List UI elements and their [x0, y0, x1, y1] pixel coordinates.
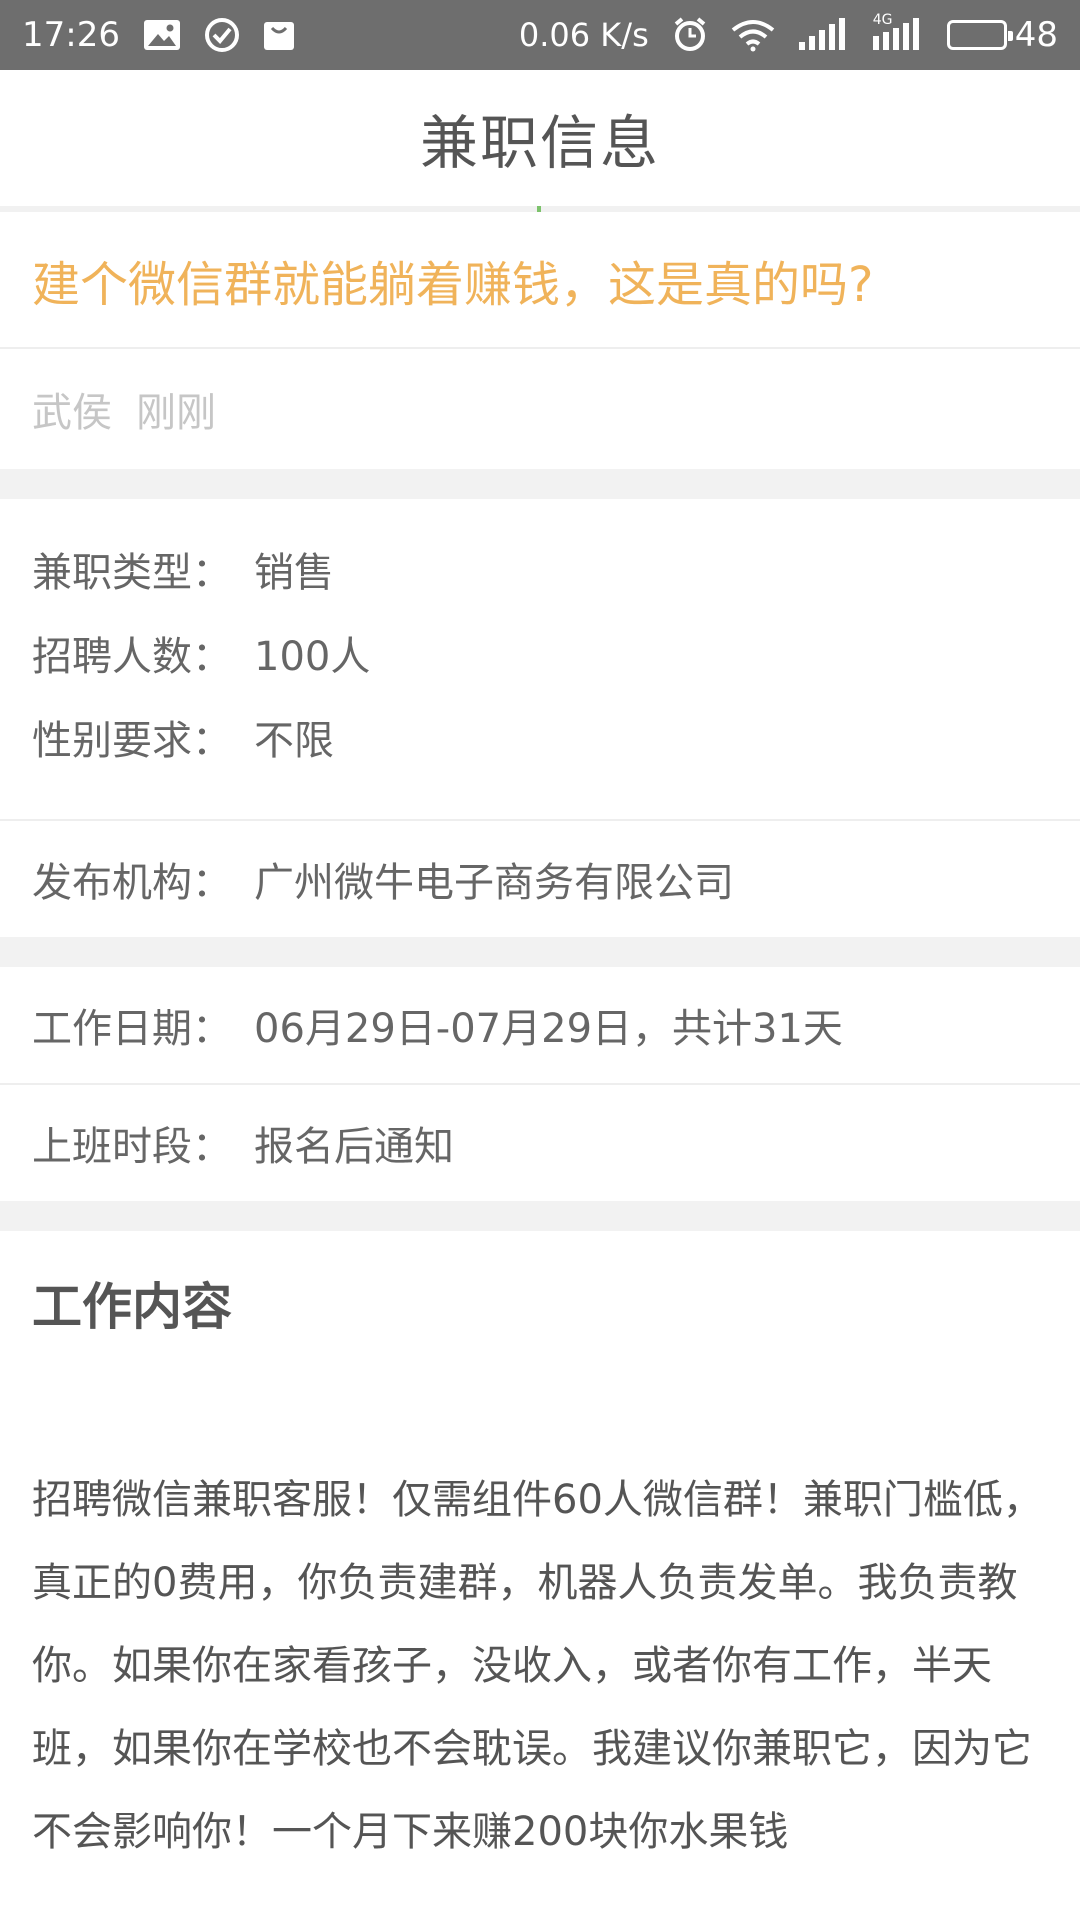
section-gap: [0, 937, 1080, 967]
hire-count-row: 招聘人数： 100人: [32, 611, 1048, 695]
network-type-label: 4G: [872, 12, 893, 28]
job-type-label: 兼职类型：: [32, 550, 232, 596]
post-author: 武侯: [32, 390, 112, 436]
gender-value: 不限: [254, 718, 334, 764]
page-title: 兼职信息: [419, 109, 660, 177]
battery-percent: 48: [1014, 15, 1058, 55]
network-speed: 0.06 K/s: [518, 16, 649, 54]
post-time: 刚刚: [136, 390, 216, 436]
alarm-icon: [671, 16, 709, 54]
image-icon: [142, 18, 182, 52]
section-gap: [0, 1201, 1080, 1231]
work-shift-value: 报名后通知: [254, 1124, 454, 1170]
hire-count-label: 招聘人数：: [32, 634, 232, 680]
job-title: 建个微信群就能躺着赚钱，这是真的吗?: [32, 256, 874, 313]
battery-icon: [946, 20, 1013, 50]
signal-icon: [797, 18, 849, 52]
header-accent-line: [537, 206, 541, 212]
work-date-value: 06月29日-07月29日，共计31天: [254, 1006, 843, 1052]
post-meta: 武侯 刚刚: [0, 349, 1080, 469]
signal-4g-icon: 4G: [871, 12, 925, 52]
section-gap: [0, 469, 1080, 499]
hire-count-value: 100人: [254, 634, 371, 680]
work-shift-label: 上班时段：: [32, 1124, 232, 1170]
job-type-value: 销售: [254, 550, 334, 596]
work-date-label: 工作日期：: [32, 1006, 232, 1052]
content-body: 招聘微信兼职客服！仅需组件60人微信群！兼职门槛低，真正的0费用，你负责建群，机…: [32, 1477, 1043, 1855]
organization-value: 广州微牛电子商务有限公司: [254, 860, 734, 906]
work-date-row: 工作日期： 06月29日-07月29日，共计31天: [0, 967, 1080, 1083]
app-header: 兼职信息: [0, 70, 1080, 212]
job-content-section: 工作内容 招聘微信兼职客服！仅需组件60人微信群！兼职门槛低，真正的0费用，你负…: [0, 1231, 1080, 1874]
status-bar: 17:26 0.06 K/s 4G 48: [0, 0, 1080, 70]
wifi-icon: [731, 18, 775, 52]
gender-row: 性别要求： 不限: [32, 695, 1048, 779]
content-heading: 工作内容: [32, 1278, 232, 1336]
job-info-group: 兼职类型： 销售 招聘人数： 100人 性别要求： 不限: [0, 499, 1080, 819]
status-time: 17:26: [22, 15, 120, 55]
organization-label: 发布机构：: [32, 860, 232, 906]
job-title-block: 建个微信群就能躺着赚钱，这是真的吗?: [0, 212, 1080, 349]
bag-icon: [262, 18, 296, 52]
gender-label: 性别要求：: [32, 718, 232, 764]
battery-indicator: 48: [946, 15, 1058, 55]
work-shift-row: 上班时段： 报名后通知: [0, 1085, 1080, 1201]
check-circle-icon: [204, 17, 240, 53]
organization-row: 发布机构： 广州微牛电子商务有限公司: [0, 821, 1080, 937]
job-type-row: 兼职类型： 销售: [32, 527, 1048, 611]
